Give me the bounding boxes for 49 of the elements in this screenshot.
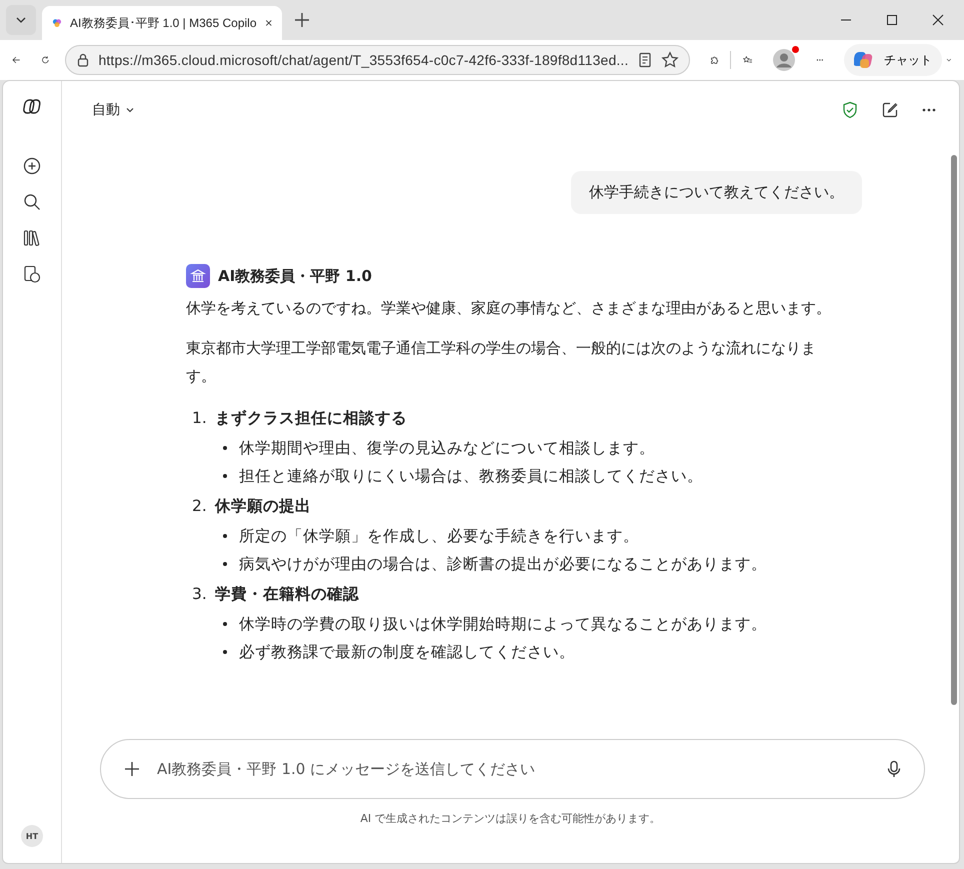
new-tab-icon[interactable]	[294, 12, 310, 28]
scrollbar-thumb[interactable]	[951, 155, 957, 705]
step-title: まずクラス担任に相談する	[214, 408, 407, 428]
star-icon[interactable]	[660, 51, 679, 69]
step-title: 学費・在籍料の確認	[214, 584, 359, 604]
bullet-icon	[223, 650, 227, 654]
bullet-icon	[223, 446, 227, 450]
step-number: 2.	[192, 497, 207, 515]
search-icon[interactable]	[23, 193, 41, 211]
reader-view-icon[interactable]	[636, 52, 653, 68]
url-text: https://m365.cloud.microsoft/chat/agent/T_3553f654-c0c7-42f6-333f-189f8d113ed...	[98, 52, 629, 68]
bullet-text: 病気やけがが理由の場合は、診断書の提出が必要になることがあります。	[239, 554, 767, 574]
chevron-down-icon	[125, 105, 135, 115]
bullet-icon	[223, 562, 227, 566]
mode-dropdown[interactable]: 自動	[92, 101, 135, 119]
close-icon[interactable]	[932, 14, 944, 26]
bullet-text: 必ず教務課で最新の制度を確認してください。	[239, 642, 575, 662]
tab-title: AI教務委員･平野 1.0 | M365 Copilo	[70, 14, 256, 32]
message-input[interactable]: AI教務委員・平野 1.0 にメッセージを送信してください	[155, 759, 872, 779]
agent-name: AI教務委員・平野 1.0	[218, 266, 372, 286]
new-chat-icon[interactable]	[23, 157, 41, 175]
compose-icon[interactable]	[881, 101, 899, 119]
user-avatar[interactable]: HT	[21, 825, 43, 847]
agent-bank-icon	[186, 264, 210, 288]
message-composer[interactable]: AI教務委員・平野 1.0 にメッセージを送信してください	[100, 739, 925, 799]
disclaimer-text: AI で生成されたコンテンツは誤りを含む可能性があります。	[359, 811, 662, 826]
response-paragraph: 休学を考えているのですね。学業や健康、家庭の事情など、さまざまな理由があると思います。	[186, 298, 832, 319]
step-number: 1.	[192, 409, 207, 427]
bullet-text: 休学時の学費の取り扱いは休学開始時期によって異なることがあります。	[239, 614, 767, 634]
copilot-chat-button[interactable]: チャット	[844, 44, 942, 76]
microphone-icon[interactable]	[886, 760, 902, 778]
shield-check-icon[interactable]	[841, 101, 859, 119]
library-icon[interactable]	[23, 229, 41, 247]
lock-icon	[76, 53, 90, 67]
browser-tab[interactable]: AI教務委員･平野 1.0 | M365 Copilo	[42, 6, 282, 40]
response-paragraph: 東京都市大学理工学部電気電子通信工学科の学生の場合、一般的には次のような流れになります。	[186, 338, 817, 387]
bullet-icon	[223, 622, 227, 626]
step-number: 3.	[192, 585, 207, 603]
bullet-text: 担任と連絡が取りにくい場合は、教務委員に相談してください。	[239, 466, 703, 486]
bullet-text: 休学期間や理由、復学の見込みなどについて相談します。	[239, 438, 655, 458]
bullet-text: 所定の「休学願」を作成し、必要な手続きを行います。	[239, 526, 639, 546]
step-title: 休学願の提出	[214, 496, 311, 516]
bullet-icon	[223, 474, 227, 478]
maximize-icon[interactable]	[886, 14, 898, 26]
plus-icon[interactable]	[123, 760, 141, 778]
address-bar[interactable]: https://m365.cloud.microsoft/chat/agent/T_3553f654-c0c7-42f6-333f-189f8d113ed...	[65, 45, 690, 75]
profile-avatar[interactable]	[772, 48, 796, 72]
bullet-icon	[223, 534, 227, 538]
user-message: 休学手続きについて教えてください。	[571, 171, 862, 214]
